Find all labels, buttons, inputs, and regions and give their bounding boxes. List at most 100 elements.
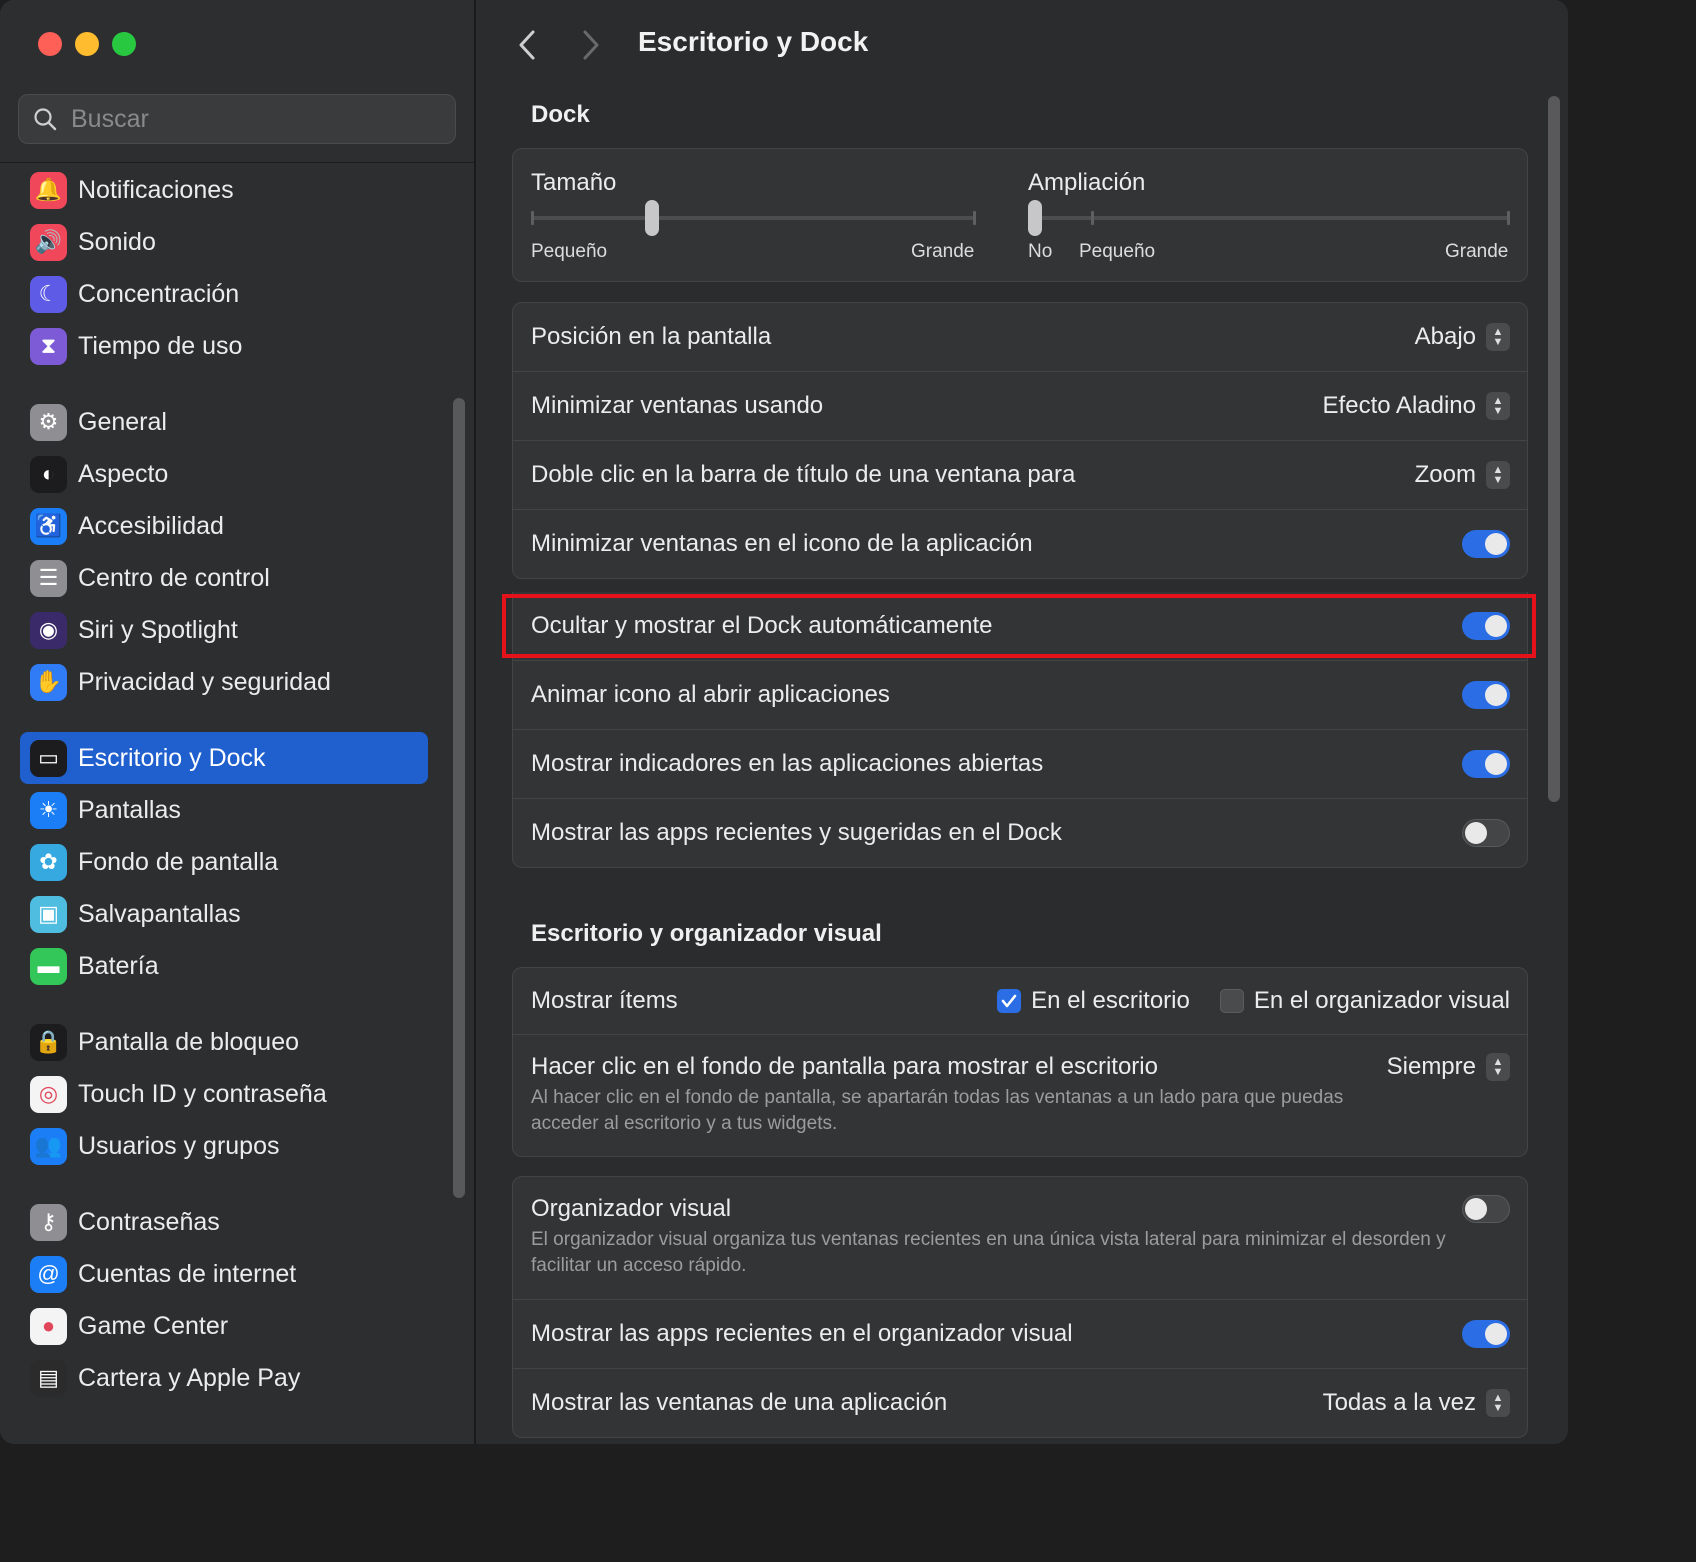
- sidebar-item-accesibilidad[interactable]: ♿ Accesibilidad: [20, 500, 428, 552]
- dock-section-title: Dock: [531, 101, 590, 128]
- app-windows-popup[interactable]: Todas a la vez ▲ ▼: [1323, 1389, 1510, 1417]
- app-windows-label: Mostrar las ventanas de una aplicación: [531, 1389, 948, 1416]
- checkmark-icon: [997, 989, 1022, 1013]
- sidebar-item-label: Fondo de pantalla: [78, 847, 279, 876]
- size-max-label: Grande: [911, 241, 975, 262]
- at-icon: @: [30, 1255, 67, 1293]
- sidebar-item-concentración[interactable]: ☾ Concentración: [20, 268, 428, 320]
- sidebar-item-label: Usuarios y grupos: [78, 1131, 280, 1160]
- sidebar-item-siri-y-spotlight[interactable]: ◉ Siri y Spotlight: [20, 604, 428, 656]
- stepper-arrows-icon: ▲ ▼: [1486, 392, 1510, 420]
- main-scrollbar[interactable]: [1548, 96, 1560, 802]
- sidebar-item-batería[interactable]: ▬ Batería: [20, 940, 428, 992]
- on-desktop-checkbox[interactable]: En el escritorio: [997, 987, 1190, 1015]
- search-field[interactable]: [18, 94, 456, 144]
- sidebar-item-escritorio-y-dock[interactable]: ▭ Escritorio y Dock: [20, 732, 428, 784]
- setting-value: Abajo: [1414, 323, 1476, 350]
- back-button[interactable]: [516, 28, 538, 71]
- chevron-left-icon: [519, 30, 535, 60]
- sidebar-item-pantalla-de-bloqueo[interactable]: 🔒 Pantalla de bloqueo: [20, 1016, 428, 1068]
- app-windows-row: Mostrar las ventanas de una aplicación T…: [513, 1368, 1527, 1437]
- sidebar-item-label: General: [78, 407, 167, 436]
- bell-icon: 🔔: [30, 171, 67, 209]
- wallet-icon: ▤: [30, 1359, 67, 1397]
- show-items-row: Mostrar ítems En el escritorio En el org…: [513, 968, 1527, 1034]
- search-input[interactable]: [69, 103, 413, 135]
- battery-icon: ▬: [30, 947, 67, 985]
- stage-manager-toggle[interactable]: [1462, 1195, 1510, 1223]
- flower-icon: ✿: [30, 843, 67, 881]
- sidebar-item-label: Batería: [78, 951, 159, 980]
- sidebar-item-privacidad-y-seguridad[interactable]: ✋ Privacidad y seguridad: [20, 656, 428, 708]
- sidebar-item-fondo-de-pantalla[interactable]: ✿ Fondo de pantalla: [20, 836, 428, 888]
- size-slider-thumb[interactable]: [644, 200, 659, 236]
- sidebar-item-contraseñas[interactable]: ⚷ Contraseñas: [20, 1196, 428, 1248]
- sidebar-item-game-center[interactable]: ● Game Center: [20, 1300, 428, 1352]
- slider-tick: [973, 211, 976, 225]
- dock-icon: ▭: [30, 739, 67, 777]
- page-title: Escritorio y Dock: [638, 26, 869, 57]
- sidebar-item-pantallas[interactable]: ☀ Pantallas: [20, 784, 428, 836]
- click-wallpaper-label: Hacer clic en el fondo de pantalla para …: [531, 1053, 1158, 1080]
- in-stage-manager-checkbox[interactable]: En el organizador visual: [1219, 987, 1510, 1015]
- sidebar-item-label: Salvapantallas: [78, 899, 241, 928]
- sidebar-item-touch-id-y-contraseña[interactable]: ◎ Touch ID y contraseña: [20, 1068, 428, 1120]
- checkbox-empty-icon: [1219, 989, 1244, 1013]
- sidebar-item-label: Notificaciones: [78, 175, 234, 204]
- setting-toggle[interactable]: [1462, 750, 1510, 778]
- siri-icon: ◉: [30, 611, 67, 649]
- sidebar-item-notificaciones[interactable]: 🔔 Notificaciones: [20, 164, 428, 216]
- magnification-slider-thumb[interactable]: [1028, 200, 1042, 236]
- desktop-card: Mostrar ítems En el escritorio En el org…: [512, 967, 1528, 1157]
- setting-popup[interactable]: Abajo ▲ ▼: [1415, 323, 1510, 351]
- magnification-slider-track[interactable]: [1035, 216, 1509, 220]
- click-wallpaper-value: Siempre: [1386, 1053, 1476, 1080]
- sidebar-item-cartera-y-apple-pay[interactable]: ▤ Cartera y Apple Pay: [20, 1352, 428, 1404]
- setting-popup[interactable]: Efecto Aladino ▲ ▼: [1323, 392, 1510, 420]
- setting-popup[interactable]: Zoom ▲ ▼: [1415, 461, 1510, 489]
- setting-row: Mostrar indicadores en las aplicaciones …: [513, 729, 1527, 798]
- sidebar: 🔔 Notificaciones 🔊 Sonido ☾ Concentración ⧗ Tie…: [0, 0, 476, 1444]
- slider-tick: [1091, 211, 1094, 225]
- sidebar-item-aspecto[interactable]: ◐ Aspecto: [20, 448, 428, 500]
- screensaver-icon: ▣: [30, 895, 67, 933]
- setting-label: Minimizar ventanas en el icono de la apl…: [531, 530, 1033, 557]
- in-stage-manager-label: En el organizador visual: [1253, 987, 1510, 1014]
- sidebar-item-label: Pantalla de bloqueo: [78, 1027, 300, 1056]
- sidebar-item-centro-de-control[interactable]: ☰ Centro de control: [20, 552, 428, 604]
- sidebar-scrollbar[interactable]: [453, 398, 465, 1198]
- minimize-button[interactable]: [75, 32, 99, 56]
- close-button[interactable]: [38, 32, 62, 56]
- sidebar-item-label: Sonido: [78, 227, 156, 256]
- click-wallpaper-popup[interactable]: Siempre ▲ ▼: [1387, 1053, 1510, 1081]
- zoom-button[interactable]: [112, 32, 136, 56]
- sidebar-item-label: Aspecto: [78, 459, 169, 488]
- gear-icon: ⚙: [30, 403, 67, 441]
- size-slider-track[interactable]: [532, 216, 976, 220]
- main-pane: Escritorio y Dock Dock Tamaño Pequeño Gr…: [476, 0, 1568, 1444]
- recent-apps-stage-toggle[interactable]: [1462, 1320, 1510, 1348]
- setting-toggle[interactable]: [1462, 819, 1510, 847]
- highlight-box: [502, 594, 1536, 658]
- forward-button[interactable]: [580, 28, 602, 71]
- sidebar-item-label: Pantallas: [78, 795, 181, 824]
- sidebar-item-label: Cartera y Apple Pay: [78, 1363, 301, 1392]
- setting-toggle[interactable]: [1462, 681, 1510, 709]
- sidebar-item-label: Escritorio y Dock: [78, 743, 266, 772]
- setting-label: Doble clic en la barra de título de una …: [531, 461, 1076, 488]
- window-controls: [38, 32, 136, 56]
- show-items-label: Mostrar ítems: [531, 987, 678, 1014]
- dock-options-card: Posición en la pantalla Abajo ▲ ▼ Minimizar …: [512, 302, 1528, 579]
- search-icon: [34, 108, 57, 131]
- sidebar-item-sonido[interactable]: 🔊 Sonido: [20, 216, 428, 268]
- setting-toggle[interactable]: [1462, 530, 1510, 558]
- recent-apps-stage-row: Mostrar las apps recientes en el organiz…: [513, 1299, 1527, 1368]
- setting-label: Mostrar indicadores en las aplicaciones …: [531, 750, 1044, 777]
- sidebar-item-usuarios-y-grupos[interactable]: 👥 Usuarios y grupos: [20, 1120, 428, 1172]
- sidebar-item-label: Tiempo de uso: [78, 331, 243, 360]
- sidebar-item-general[interactable]: ⚙ General: [20, 396, 428, 448]
- game-center-icon: ●: [30, 1307, 67, 1345]
- sidebar-item-salvapantallas[interactable]: ▣ Salvapantallas: [20, 888, 428, 940]
- sidebar-item-cuentas-de-internet[interactable]: @ Cuentas de internet: [20, 1248, 428, 1300]
- sidebar-item-tiempo-de-uso[interactable]: ⧗ Tiempo de uso: [20, 320, 428, 372]
